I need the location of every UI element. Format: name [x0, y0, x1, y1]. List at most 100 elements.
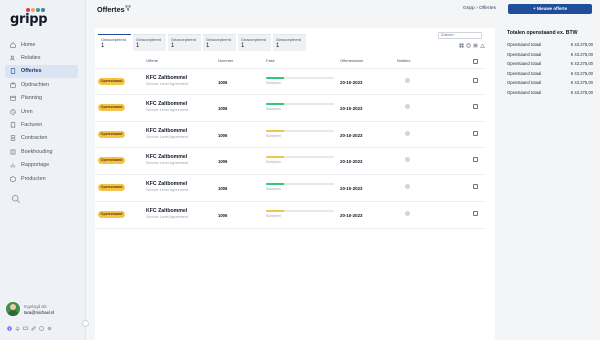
offer-date: 20-10-2023	[340, 105, 363, 111]
sidebar-item-facturen[interactable]: Facturen	[5, 118, 78, 131]
tab-label: Geaccepteerd	[136, 37, 162, 42]
phase-label: Schrijven	[266, 106, 281, 111]
messages-icon[interactable]	[23, 326, 28, 331]
gripp-logo[interactable]: gripp	[10, 8, 50, 30]
phase-label: Schrijven	[266, 81, 281, 85]
offer-name[interactable]: KFC Zaltbommel	[146, 128, 187, 134]
notes-icon[interactable]	[405, 210, 410, 216]
offer-subtitle: Service Level Agreement	[146, 107, 189, 112]
select-all-checkbox[interactable]	[473, 59, 478, 64]
notes-icon[interactable]	[405, 184, 410, 190]
offer-subtitle: Service Level Agreement	[146, 214, 189, 219]
sidebar-item-boekhouding[interactable]: Boekhouding	[5, 145, 78, 158]
tab-status[interactable]: Geaccepteerd 1	[168, 34, 201, 51]
offer-date: 20-10-2023	[340, 80, 363, 85]
phase-bar	[266, 102, 334, 105]
sidebar-item-label: Planning	[21, 95, 42, 102]
column-header[interactable]: Nummer	[218, 58, 233, 63]
totals-row: Openstaand totaal € 43.275,00	[507, 61, 593, 71]
offer-subtitle: Service Level Agreement	[146, 134, 189, 139]
page-title: Offertes	[97, 5, 125, 14]
column-header[interactable]: Offerte	[146, 58, 158, 63]
sidebar-item-label: Boekhouding	[21, 148, 53, 155]
row-checkbox[interactable]	[473, 78, 478, 83]
totals-row: Openstaand totaal € 43.275,00	[507, 42, 593, 52]
sidebar-item-producten[interactable]: Producten	[5, 172, 78, 185]
row-checkbox[interactable]	[473, 130, 478, 136]
totals-value: € 43.275,00	[570, 51, 593, 57]
tab-status[interactable]: Geaccepteerd 1	[203, 34, 236, 51]
phase-bar-fill	[266, 77, 284, 79]
tab-status[interactable]: Geaccepteerd 1	[133, 34, 166, 51]
status-badge: Openstaand	[98, 130, 125, 138]
logo-text: gripp	[10, 12, 48, 27]
totals-panel: Totalen openstaand ex. BTW Openstaand to…	[507, 30, 593, 100]
tab-label: Geaccepteerd	[276, 37, 302, 42]
table-row[interactable]: Openstaand KFC Zaltbommel Service Level Ag…	[95, 122, 485, 149]
sidebar-item-offertes[interactable]: Offertes	[5, 64, 78, 79]
status-badge: Openstaand	[98, 157, 125, 165]
tab-status[interactable]: Geaccepteerd 1	[98, 34, 131, 51]
offer-number: 1006	[218, 186, 228, 192]
filter-icon[interactable]	[125, 5, 131, 11]
offer-name[interactable]: KFC Zaltbommel	[146, 101, 187, 107]
notes-icon[interactable]	[405, 157, 410, 163]
sidebar-item-planning[interactable]: Planning	[5, 92, 78, 105]
view-toggles	[459, 43, 485, 48]
totals-row: Openstaand totaal € 43.275,00	[507, 80, 593, 90]
offer-number: 1006	[218, 132, 228, 138]
column-header[interactable]: Notities	[397, 58, 410, 63]
offer-name[interactable]: KFC Zaltbommel	[146, 208, 187, 214]
totals-label: Openstaand totaal	[507, 89, 542, 95]
search-icon[interactable]	[11, 194, 21, 204]
phase-progress: Schrijven	[266, 209, 334, 218]
offer-name[interactable]: KFC Zaltbommel	[146, 75, 187, 81]
totals-value: € 43.275,00	[570, 61, 593, 67]
offer-date: 20-10-2023	[340, 212, 363, 218]
offer-name[interactable]: KFC Zaltbommel	[146, 154, 187, 160]
notes-icon[interactable]	[405, 103, 410, 109]
sidebar-item-home[interactable]: Home	[5, 38, 78, 51]
row-checkbox[interactable]	[473, 103, 478, 109]
briefcase-icon	[10, 82, 16, 88]
sidebar-item-opdrachten[interactable]: Opdrachten	[5, 78, 78, 91]
link-icon[interactable]	[31, 326, 36, 331]
table-row[interactable]: Openstaand KFC Zaltbommel Service Level Ag…	[95, 95, 485, 122]
bell-icon[interactable]	[15, 326, 20, 331]
row-checkbox[interactable]	[473, 184, 478, 190]
chart-view-icon[interactable]	[480, 43, 485, 48]
new-offer-button[interactable]: + Nieuwe offerte	[508, 4, 592, 14]
table-row[interactable]: Openstaand KFC Zaltbommel Service Level Ag…	[95, 175, 485, 202]
breadcrumb[interactable]: Gripp › Offertes	[463, 6, 496, 11]
user-profile[interactable]: Ingelogd als tara@michael.nl	[6, 302, 82, 318]
offer-name[interactable]: KFC Zaltbommel	[146, 181, 187, 187]
settings-icon[interactable]	[466, 43, 471, 48]
sidebar-item-uren[interactable]: Uren	[5, 105, 78, 118]
list-view-icon[interactable]	[473, 43, 478, 48]
sidebar-item-label: Home	[21, 41, 36, 48]
sidebar-item-relaties[interactable]: Relaties	[5, 51, 78, 64]
column-header[interactable]: Fase	[266, 58, 275, 63]
help-icon[interactable]	[39, 326, 44, 331]
table-row[interactable]: Openstaand KFC Zaltbommel Service Level Ag…	[95, 148, 485, 176]
notes-icon[interactable]	[405, 130, 410, 136]
info-icon[interactable]	[7, 326, 12, 331]
grid-view-icon[interactable]	[459, 43, 464, 48]
tab-label: Geaccepteerd	[241, 37, 267, 42]
invoice-icon	[10, 122, 16, 128]
totals-value: € 43.275,00	[570, 89, 593, 95]
notes-icon[interactable]	[405, 78, 410, 83]
offer-date: 20-10-2023	[340, 132, 363, 138]
settings-icon[interactable]	[47, 326, 52, 331]
totals-value: € 43.275,00	[570, 42, 593, 47]
tab-status[interactable]: Geaccepteerd 1	[273, 34, 306, 51]
sidebar-item-contracten[interactable]: Contracten	[5, 132, 78, 145]
sidebar-item-rapportage[interactable]: Rapportage	[5, 159, 78, 172]
column-header[interactable]: Offertedatum	[340, 58, 363, 63]
search-input[interactable]: Zoeken	[438, 32, 482, 39]
table-row[interactable]: Openstaand KFC Zaltbommel Service Level Ag…	[95, 68, 485, 95]
row-checkbox[interactable]	[473, 210, 478, 216]
row-checkbox[interactable]	[473, 157, 478, 163]
table-row[interactable]: Openstaand KFC Zaltbommel Service Level Ag…	[95, 202, 485, 229]
tab-status[interactable]: Geaccepteerd 1	[238, 34, 271, 51]
